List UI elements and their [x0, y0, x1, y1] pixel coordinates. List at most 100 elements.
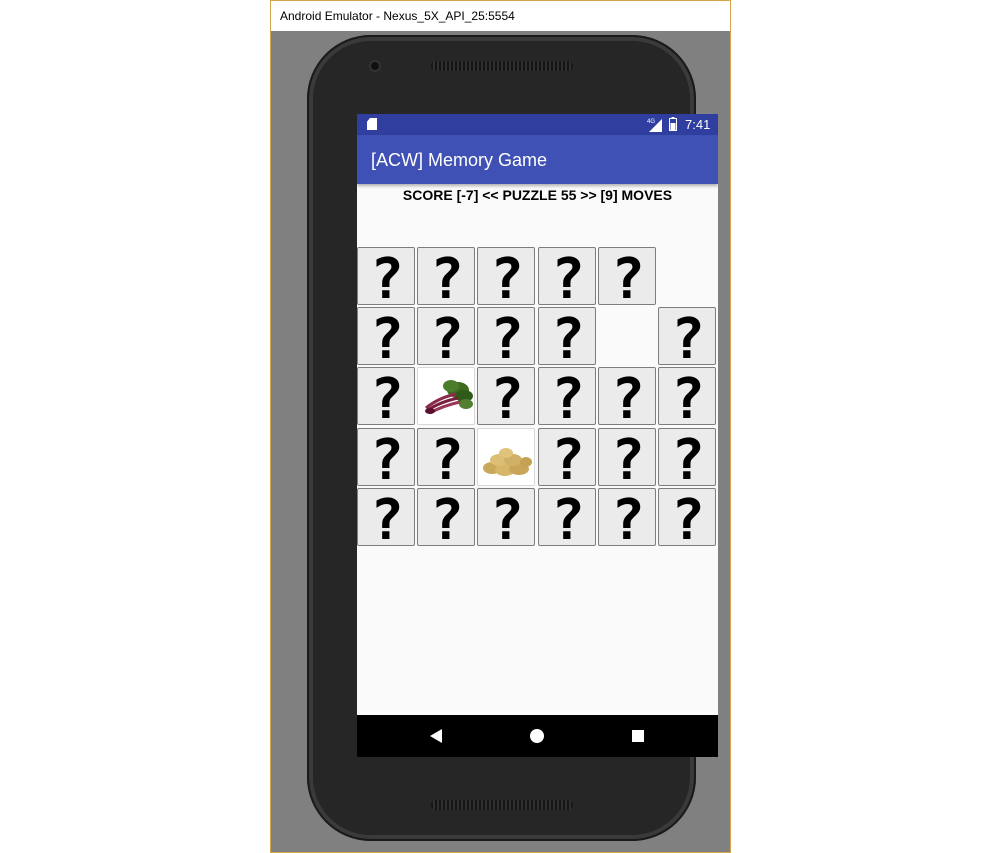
question-mark-icon: ?	[370, 429, 404, 487]
hidden-tile-glyph: ?	[370, 308, 404, 366]
memory-tile-hidden[interactable]: ?	[538, 247, 596, 306]
top-speaker-grille	[431, 61, 573, 71]
emulator-window: Android Emulator - Nexus_5X_API_25:5554 …	[270, 0, 731, 853]
memory-tile-hidden[interactable]: ?	[598, 488, 656, 547]
emulator-body: 4G 7:41 [ACW] Memory Game SCORE [-7] << …	[271, 31, 730, 852]
memory-tile-hidden[interactable]: ?	[598, 367, 656, 426]
memory-tile-hidden[interactable]: ?	[357, 367, 415, 426]
memory-tile-hidden[interactable]: ?	[538, 307, 596, 366]
memory-tile-hidden[interactable]: ?	[417, 428, 475, 487]
hidden-tile-glyph: ?	[370, 489, 404, 547]
hidden-tile-glyph: ?	[671, 429, 705, 487]
question-mark-icon: ?	[370, 489, 404, 547]
question-mark-icon: ?	[671, 429, 705, 487]
hidden-tile-glyph: ?	[671, 368, 705, 426]
hidden-tile-glyph: ?	[490, 489, 524, 547]
memory-tile-hidden[interactable]: ?	[538, 367, 596, 426]
question-mark-icon: ?	[551, 368, 585, 426]
memory-tile-hidden[interactable]: ?	[658, 367, 716, 426]
status-bar: 4G 7:41	[357, 114, 718, 135]
memory-tile-hidden[interactable]: ?	[538, 428, 596, 487]
memory-tile-potatoes[interactable]	[477, 428, 535, 486]
memory-tile-hidden[interactable]: ?	[538, 488, 596, 547]
question-mark-icon: ?	[430, 489, 464, 547]
question-mark-icon: ?	[551, 248, 585, 306]
hidden-tile-glyph: ?	[370, 429, 404, 487]
hidden-tile-glyph: ?	[370, 248, 404, 306]
question-mark-icon: ?	[611, 489, 645, 547]
question-mark-icon: ?	[370, 248, 404, 306]
hidden-tile-glyph: ?	[490, 308, 524, 366]
hidden-tile-glyph: ?	[611, 489, 645, 547]
memory-tile-hidden[interactable]: ?	[357, 307, 415, 366]
question-mark-icon: ?	[611, 248, 645, 306]
question-mark-icon: ?	[611, 429, 645, 487]
question-mark-icon: ?	[551, 429, 585, 487]
question-mark-icon: ?	[551, 308, 585, 366]
app-bar: [ACW] Memory Game	[357, 135, 718, 184]
status-time: 7:41	[685, 117, 711, 132]
question-mark-icon: ?	[370, 368, 404, 426]
back-icon[interactable]	[423, 723, 449, 749]
memory-tile-hidden[interactable]: ?	[598, 428, 656, 487]
device-screen: 4G 7:41 [ACW] Memory Game SCORE [-7] << …	[357, 114, 718, 757]
hidden-tile-glyph: ?	[430, 248, 464, 306]
memory-tile-hidden[interactable]: ?	[658, 307, 716, 366]
hidden-tile-glyph: ?	[430, 308, 464, 366]
question-mark-icon: ?	[370, 308, 404, 366]
memory-tile-hidden[interactable]: ?	[477, 307, 535, 366]
question-mark-icon: ?	[430, 429, 464, 487]
question-mark-icon: ?	[490, 308, 524, 366]
network-type-label: 4G	[647, 119, 655, 125]
phone-frame: 4G 7:41 [ACW] Memory Game SCORE [-7] << …	[307, 35, 718, 841]
hidden-tile-glyph: ?	[551, 308, 585, 366]
sd-card-icon	[367, 118, 377, 130]
memory-tile-hidden[interactable]: ?	[357, 247, 415, 306]
memory-tile-beetroot[interactable]	[417, 367, 475, 425]
question-mark-icon: ?	[671, 489, 705, 547]
navigation-bar	[357, 715, 718, 757]
memory-tile-hidden[interactable]: ?	[357, 428, 415, 487]
memory-tile-hidden[interactable]: ?	[357, 488, 415, 547]
memory-tile-hidden[interactable]: ?	[417, 247, 475, 306]
beetroot-icon	[425, 380, 473, 415]
memory-tile-hidden[interactable]: ?	[598, 247, 656, 306]
question-mark-icon: ?	[551, 489, 585, 547]
home-icon[interactable]	[524, 723, 550, 749]
battery-icon	[669, 117, 677, 131]
hidden-tile-glyph: ?	[551, 248, 585, 306]
hidden-tile-glyph: ?	[370, 368, 404, 426]
memory-tile-hidden[interactable]: ?	[477, 247, 535, 306]
score-moves-label: SCORE [-7] << PUZZLE 55 >> [9] MOVES	[402, 187, 673, 203]
hidden-tile-glyph: ?	[430, 489, 464, 547]
memory-tile-hidden[interactable]: ?	[658, 488, 716, 547]
question-mark-icon: ?	[430, 248, 464, 306]
hidden-tile-glyph: ?	[551, 429, 585, 487]
memory-tile-hidden[interactable]: ?	[417, 307, 475, 366]
potatoes-icon	[483, 448, 532, 476]
question-mark-icon: ?	[671, 308, 705, 366]
hidden-tile-glyph: ?	[671, 489, 705, 547]
front-camera	[371, 62, 379, 70]
memory-tile-hidden[interactable]: ?	[477, 367, 535, 426]
recents-icon[interactable]	[625, 723, 651, 749]
memory-tile-hidden[interactable]: ?	[417, 488, 475, 547]
hidden-tile-glyph: ?	[490, 368, 524, 426]
hidden-tile-glyph: ?	[671, 308, 705, 366]
window-title: Android Emulator - Nexus_5X_API_25:5554	[280, 9, 515, 23]
bottom-speaker-grille	[431, 800, 573, 810]
question-mark-icon: ?	[611, 368, 645, 426]
cell-signal-icon: 4G	[647, 119, 662, 132]
question-mark-icon: ?	[490, 248, 524, 306]
hidden-tile-glyph: ?	[611, 368, 645, 426]
question-mark-icon: ?	[430, 308, 464, 366]
hidden-tile-glyph: ?	[490, 248, 524, 306]
hidden-tile-glyph: ?	[611, 248, 645, 306]
memory-tile-hidden[interactable]: ?	[658, 428, 716, 487]
hidden-tile-glyph: ?	[551, 368, 585, 426]
app-title: [ACW] Memory Game	[371, 150, 548, 170]
memory-tile-hidden[interactable]: ?	[477, 488, 535, 547]
emulator-titlebar[interactable]: Android Emulator - Nexus_5X_API_25:5554	[271, 1, 730, 31]
hidden-tile-glyph: ?	[611, 429, 645, 487]
question-mark-icon: ?	[490, 489, 524, 547]
